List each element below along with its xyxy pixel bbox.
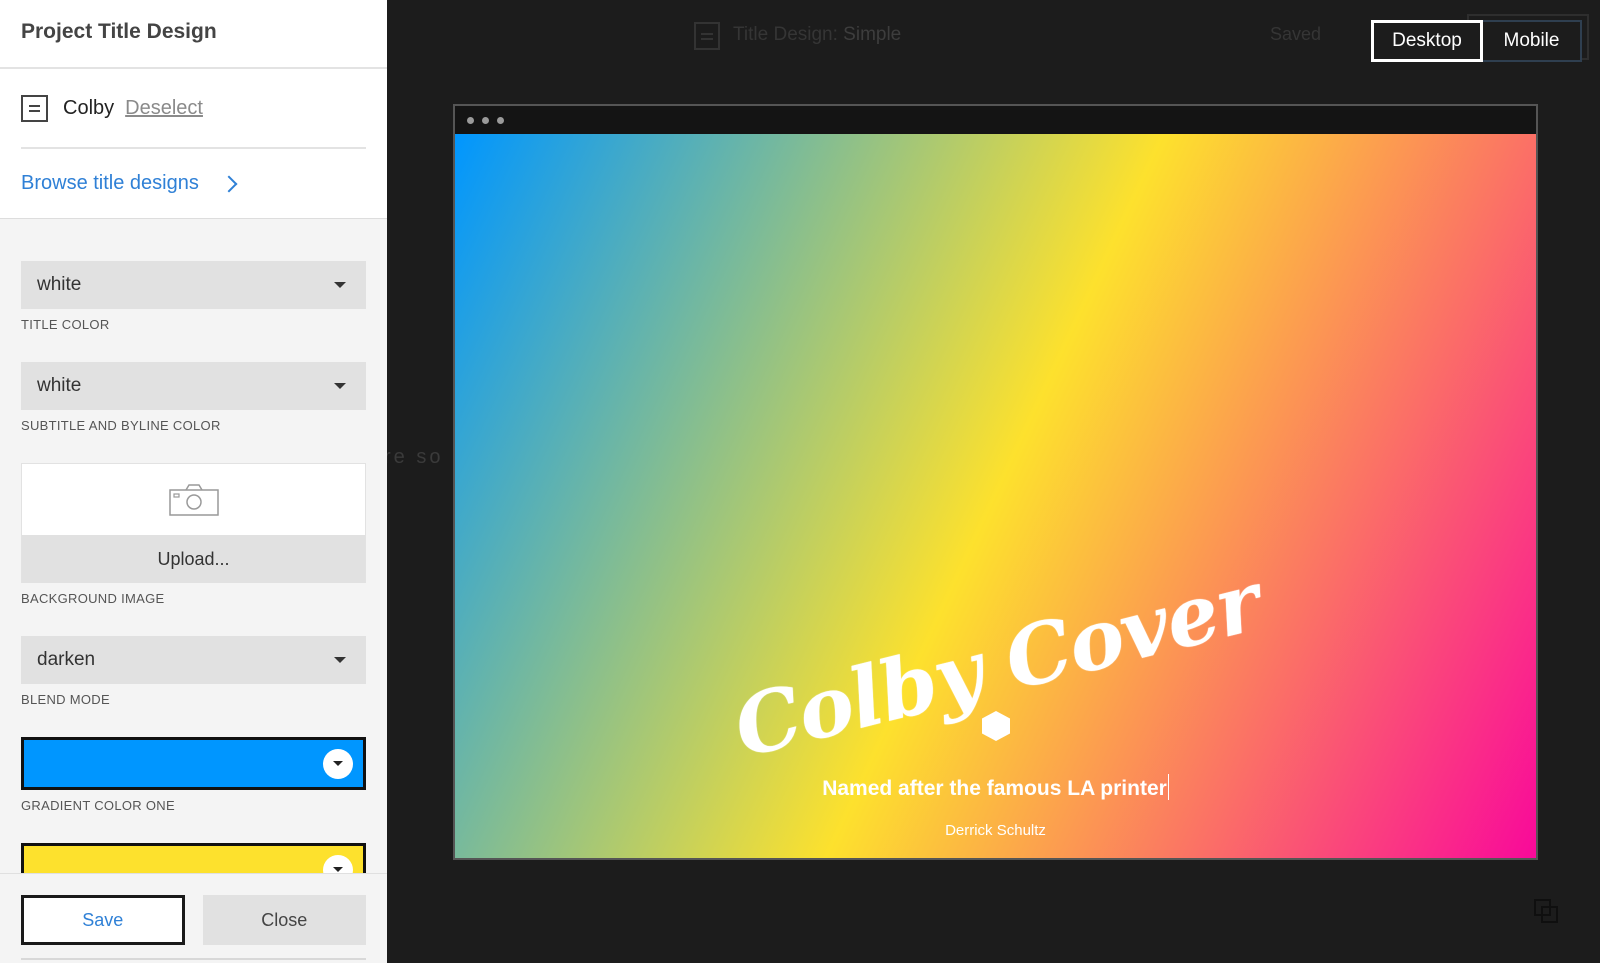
layers-icon[interactable] — [1533, 898, 1559, 924]
view-toggle: Desktop Mobile — [1371, 20, 1582, 62]
gradient-one-field: GRADIENT COLOR ONE — [21, 737, 366, 813]
blend-mode-label: BLEND MODE — [21, 692, 110, 707]
cover-subtitle[interactable]: Named after the famous LA printer — [455, 774, 1536, 801]
document-icon — [21, 94, 48, 122]
desktop-view-button[interactable]: Desktop — [1371, 20, 1483, 62]
subtitle-color-value: white — [37, 375, 82, 396]
title-color-label: TITLE COLOR — [21, 317, 110, 332]
text-cursor — [1167, 774, 1169, 800]
panel-footer: Save Close — [0, 873, 387, 963]
panel-title: Project Title Design — [21, 20, 217, 43]
title-color-field: white TITLE COLOR — [21, 261, 366, 332]
gradient-color-one-picker[interactable] — [21, 737, 366, 790]
upload-button[interactable]: Upload... — [22, 535, 365, 583]
image-preview-area — [22, 464, 365, 535]
caret-down-icon — [323, 748, 353, 779]
save-button[interactable]: Save — [21, 895, 185, 945]
caret-down-icon — [334, 657, 346, 663]
blend-mode-select[interactable]: darken — [21, 636, 366, 684]
background-partial-text: re so — [384, 446, 444, 468]
panel-header: Project Title Design — [0, 0, 387, 69]
caret-down-icon — [334, 383, 346, 389]
browse-title-designs-link[interactable]: Browse title designs — [21, 149, 366, 218]
cover-canvas: Colby Cover Named after the famous LA pr… — [455, 134, 1536, 858]
divider — [21, 958, 366, 960]
subtitle-color-select[interactable]: white — [21, 362, 366, 410]
design-fields: white TITLE COLOR white SUBTITLE AND BYL… — [0, 219, 387, 896]
blend-mode-field: darken BLEND MODE — [21, 636, 366, 707]
chevron-right-icon — [220, 175, 238, 192]
window-dot — [497, 117, 504, 124]
mobile-view-button[interactable]: Mobile — [1483, 20, 1582, 62]
title-color-value: white — [37, 274, 82, 295]
selected-design-row: Colby Deselect — [21, 69, 366, 149]
camera-icon — [168, 483, 219, 516]
background-image-label: BACKGROUND IMAGE — [21, 591, 165, 606]
close-button[interactable]: Close — [202, 895, 366, 945]
title-design-panel: Project Title Design Colby Deselect Brow… — [0, 0, 387, 963]
window-dot — [467, 117, 474, 124]
background-image-upload: Upload... — [21, 463, 366, 583]
window-dot — [482, 117, 489, 124]
cover-byline[interactable]: Derrick Schultz — [455, 822, 1536, 839]
background-title: Title Design: Simple — [733, 24, 902, 45]
background-image-field: Upload... BACKGROUND IMAGE — [21, 463, 366, 606]
browse-label: Browse title designs — [21, 172, 199, 194]
panel-selection-section: Colby Deselect Browse title designs — [0, 69, 387, 219]
title-color-select[interactable]: white — [21, 261, 366, 309]
subtitle-color-field: white SUBTITLE AND BYLINE COLOR — [21, 362, 366, 433]
background-status: Saved — [1270, 24, 1322, 44]
blend-mode-value: darken — [37, 649, 96, 670]
gradient-color-one-label: GRADIENT COLOR ONE — [21, 798, 175, 813]
selected-design-name: Colby — [63, 96, 115, 119]
caret-down-icon — [334, 282, 346, 288]
browser-toolbar — [455, 106, 1536, 134]
preview-browser-frame: Colby Cover Named after the famous LA pr… — [453, 104, 1538, 860]
deselect-link[interactable]: Deselect — [125, 97, 203, 120]
document-icon — [694, 22, 720, 50]
subtitle-color-label: SUBTITLE AND BYLINE COLOR — [21, 418, 221, 433]
